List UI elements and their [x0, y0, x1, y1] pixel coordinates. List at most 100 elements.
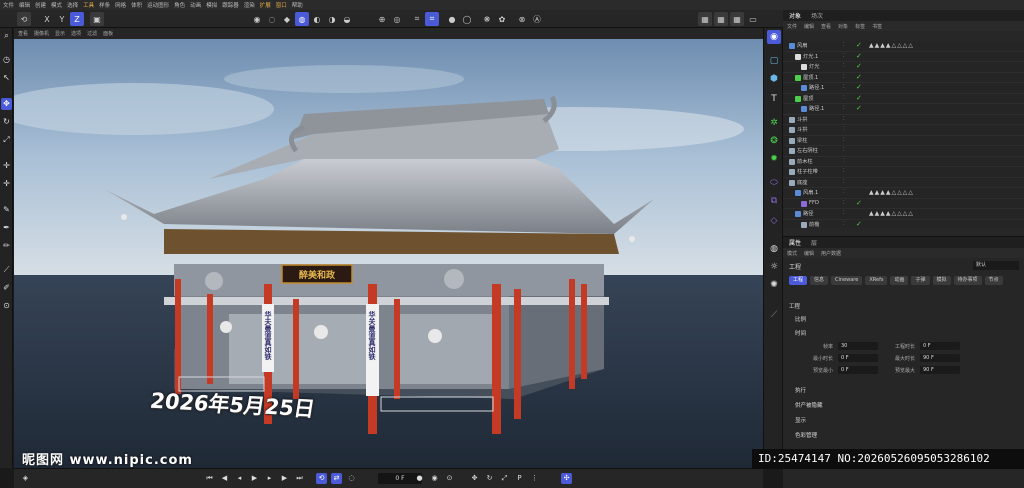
enabled-check[interactable]: ✓ [856, 83, 862, 91]
group-scale[interactable]: 比例 [795, 315, 806, 323]
visibility-dots[interactable]: ⁚ [843, 189, 845, 195]
menu-create[interactable]: 创建 [35, 1, 46, 9]
om-menu-object[interactable]: 对象 [838, 23, 848, 30]
object-tags[interactable]: ▲▲▲▲△△△△ [869, 210, 914, 217]
environment-icon[interactable]: ◍ [767, 242, 781, 256]
visibility-dots[interactable]: ⁚ [843, 210, 845, 216]
menu-tracker[interactable]: 跟踪器 [222, 1, 239, 9]
rotate-icon[interactable]: ↻ [1, 116, 12, 128]
attr-menu-mode[interactable]: 模式 [787, 250, 797, 257]
viewport-menu-display[interactable]: 显示 [55, 30, 65, 37]
workplane-icon[interactable]: ◎ [390, 12, 404, 26]
group-time[interactable]: 时间 [795, 329, 806, 337]
play-icon[interactable]: ▶ [249, 473, 260, 484]
attr-button-animation[interactable]: 动画 [890, 276, 909, 285]
texture-mode-icon[interactable]: ◑ [325, 12, 339, 26]
visibility-dots[interactable]: ⁚ [843, 158, 845, 164]
visibility-dots[interactable]: ⁚ [843, 42, 845, 48]
visibility-dots[interactable]: ⁚ [843, 126, 845, 132]
visibility-dots[interactable]: ⁚ [843, 137, 845, 143]
axis-tool-icon[interactable]: ✛ [1, 178, 12, 190]
next-key-icon[interactable]: ▶ [279, 473, 290, 484]
key-scale-icon[interactable]: ⤢ [499, 473, 510, 484]
object-row[interactable]: 风扇.1 ⁚ ▲▲▲▲△△△△ [783, 188, 1024, 199]
om-menu-view[interactable]: 查看 [821, 23, 831, 30]
attr-button-simulation[interactable]: 模拟 [932, 276, 951, 285]
object-tags[interactable]: ▲▲▲▲△△△△ [869, 189, 914, 196]
visibility-dots[interactable]: ⁚ [843, 200, 845, 206]
attr-button-todo[interactable]: 待办事项 [953, 276, 982, 285]
axis-y-icon[interactable]: Y [55, 12, 69, 26]
enable-axis-icon[interactable]: ⊕ [375, 12, 389, 26]
field-value[interactable]: 0 F [920, 342, 960, 350]
object-row[interactable]: 梁柱 ⁚ [783, 136, 1024, 146]
object-row[interactable]: 屋顶.1 ⁚ ✓ [783, 73, 1024, 83]
paint-icon[interactable]: Ⓐ [530, 12, 544, 26]
enabled-check[interactable]: ✓ [856, 41, 862, 49]
attr-button-nodes[interactable]: 节点 [984, 276, 1003, 285]
scale-icon[interactable]: ⤢ [1, 134, 12, 146]
move-icon[interactable]: ✥ [1, 98, 12, 110]
menu-render[interactable]: 渲染 [244, 1, 255, 9]
menu-select[interactable]: 选择 [67, 1, 78, 9]
viewport-menu-filter[interactable]: 过滤 [87, 30, 97, 37]
field-value[interactable]: 90 F [920, 366, 960, 374]
om-menu-edit[interactable]: 编辑 [804, 23, 814, 30]
edges-mode-icon[interactable]: ◆ [280, 12, 294, 26]
autokey-icon[interactable]: ◉ [429, 473, 440, 484]
viewport-menu-camera[interactable]: 摄像机 [34, 30, 49, 37]
visibility-dots[interactable]: ⁚ [843, 63, 845, 69]
3d-viewport[interactable]: 醉美和政 华夫曼道真如铁 华关曼道真如铁 [14, 39, 763, 468]
enabled-check[interactable]: ✓ [856, 220, 862, 228]
object-row[interactable]: 路径.1 ⁚ ✓ [783, 83, 1024, 94]
visibility-dots[interactable]: ⁚ [843, 84, 845, 90]
sketch-icon[interactable]: ✏ [1, 240, 12, 252]
menu-edit[interactable]: 编辑 [19, 1, 30, 9]
viewport-menu-view[interactable]: 查看 [18, 30, 28, 37]
spline-pen-icon[interactable]: ✒ [1, 222, 12, 234]
key-rotation-icon[interactable]: ↻ [484, 473, 495, 484]
object-list[interactable]: 风扇 ⁚ ✓ ▲▲▲▲△△△△ 灯光.1 ⁚ ✓ 灯光 ⁚ ✓ 屋顶.1 ⁚ ✓ 路径.1 ⁚ ✓ 屋… [783, 41, 1024, 228]
viewport-menu-options[interactable]: 选项 [71, 30, 81, 37]
field-value[interactable]: 0 F [838, 366, 878, 374]
viewport-settings-icon[interactable]: ▭ [746, 12, 760, 26]
uv-mode-icon[interactable]: ◐ [310, 12, 324, 26]
loop-icon[interactable]: ⟲ [316, 473, 327, 484]
prev-key-icon[interactable]: ◀ [219, 473, 230, 484]
paint-tool-icon[interactable]: ✐ [1, 282, 12, 294]
field-icon[interactable]: ⬭ [767, 176, 781, 190]
om-menu-tags[interactable]: 标签 [855, 23, 865, 30]
solo-icon[interactable]: ◯ [460, 12, 474, 26]
tab-objects[interactable]: 对象 [789, 11, 801, 20]
timeline-settings-icon[interactable]: ◈ [20, 473, 31, 484]
menu-help[interactable]: 帮助 [292, 1, 303, 9]
deformer-icon[interactable]: ✹ [767, 152, 781, 166]
menu-animate[interactable]: 动画 [190, 1, 201, 9]
snap-icon[interactable]: ⌗ [410, 12, 424, 26]
menu-mode[interactable]: 模式 [51, 1, 62, 9]
menu-simulate[interactable]: 模拟 [206, 1, 217, 9]
axis-z-icon[interactable]: Z [70, 12, 84, 26]
enabled-check[interactable]: ✓ [856, 62, 862, 70]
tab-attributes[interactable]: 属性 [789, 238, 801, 247]
visibility-dots[interactable]: ⁚ [843, 168, 845, 174]
object-tags[interactable]: ▲▲▲▲△△△△ [869, 42, 914, 49]
key-position-icon[interactable]: ✥ [469, 473, 480, 484]
object-row[interactable]: 前木柱 ⁚ [783, 157, 1024, 167]
group-color-management[interactable]: 色彩管理 [795, 431, 817, 439]
render-picture-viewer-icon[interactable]: ▦ [714, 12, 728, 26]
camera-object-icon[interactable]: ◉ [767, 30, 781, 44]
field-value[interactable]: 0 F [838, 354, 878, 362]
keyframe-icon[interactable]: ⊙ [444, 473, 455, 484]
mograph-icon[interactable]: ❂ [767, 134, 781, 148]
visibility-dots[interactable]: ⁚ [843, 105, 845, 111]
attr-button-cineware[interactable]: Cineware [831, 276, 863, 285]
fps-icon[interactable]: ◌ [346, 473, 357, 484]
visibility-dots[interactable]: ⁚ [843, 147, 845, 153]
enabled-check[interactable]: ✓ [856, 199, 862, 207]
goto-end-icon[interactable]: ⏭ [294, 473, 305, 484]
object-row[interactable]: 左右阴柱 ⁚ [783, 146, 1024, 157]
object-row[interactable]: 柱子柱带 ⁚ [783, 167, 1024, 178]
visibility-dots[interactable]: ⁚ [843, 179, 845, 185]
visibility-dots[interactable]: ⁚ [843, 53, 845, 59]
